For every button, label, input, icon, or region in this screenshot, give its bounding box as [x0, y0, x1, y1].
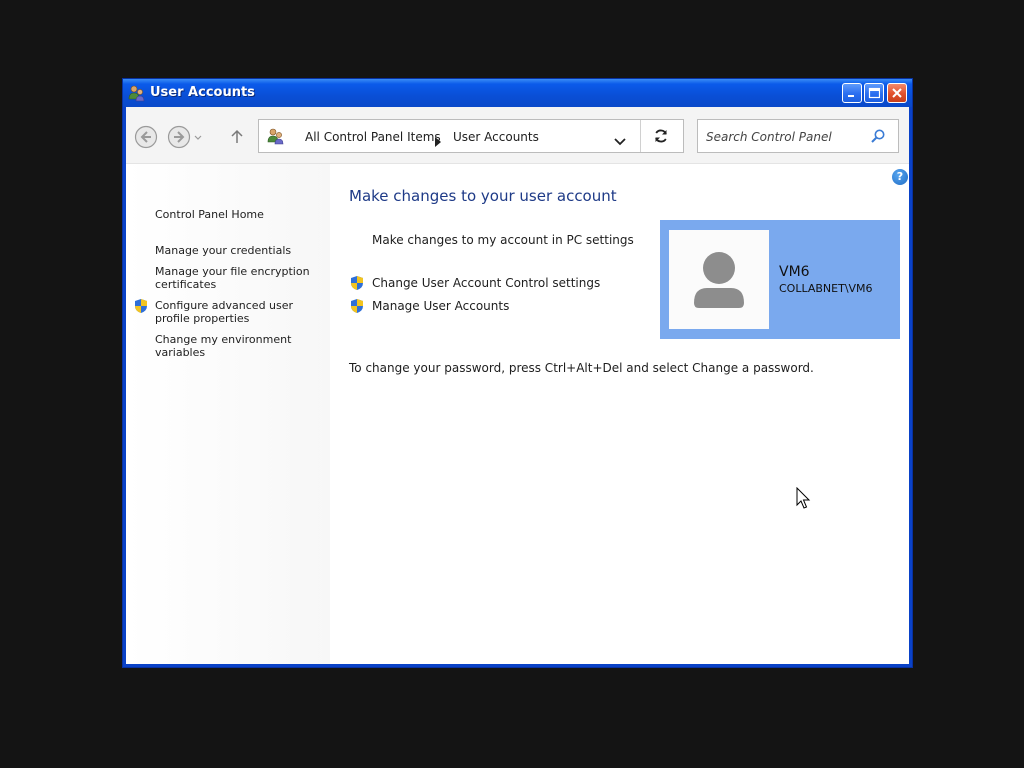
breadcrumb-user-accounts[interactable]: User Accounts [453, 130, 539, 144]
maximize-icon [868, 87, 880, 99]
sidebar-change-environment-variables[interactable]: Change my environment variables [155, 333, 315, 359]
sidebar-control-panel-home[interactable]: Control Panel Home [155, 208, 315, 221]
breadcrumb-separator-icon[interactable] [435, 132, 441, 151]
sidebar: Control Panel Home Manage your credentia… [126, 164, 330, 664]
chevron-down-icon [194, 135, 202, 140]
forward-arrow-icon [167, 125, 191, 149]
search-box[interactable] [697, 119, 899, 153]
password-note: To change your password, press Ctrl+Alt+… [349, 361, 814, 375]
avatar [669, 230, 769, 329]
back-button[interactable] [134, 125, 158, 149]
sidebar-manage-file-encryption[interactable]: Manage your file encryption certificates [155, 265, 315, 291]
uac-shield-icon [133, 298, 149, 314]
user-account-tile: VM6 COLLABNET\VM6 [660, 220, 900, 339]
back-arrow-icon [134, 125, 158, 149]
sidebar-manage-credentials[interactable]: Manage your credentials [155, 244, 315, 257]
user-name: VM6 [779, 264, 810, 280]
address-dropdown-chevron-icon[interactable] [614, 132, 626, 151]
main-content: ? Make changes to your user account Make… [330, 164, 909, 664]
title-bar[interactable]: User Accounts [123, 79, 912, 107]
maximize-button[interactable] [864, 83, 884, 103]
control-panel-users-icon [267, 127, 285, 149]
manage-user-accounts-link[interactable]: Manage User Accounts [372, 299, 509, 313]
address-divider [640, 120, 641, 152]
uac-shield-icon [349, 298, 365, 314]
search-icon[interactable] [870, 128, 886, 148]
up-arrow-icon [231, 129, 243, 143]
pc-settings-link[interactable]: Make changes to my account in PC setting… [372, 233, 634, 247]
minimize-button[interactable] [842, 83, 862, 103]
mouse-pointer-icon [796, 487, 811, 509]
forward-button[interactable] [167, 125, 191, 149]
page-heading: Make changes to your user account [349, 187, 617, 205]
uac-settings-link[interactable]: Change User Account Control settings [372, 276, 600, 290]
window-client-area: All Control Panel Items User Accounts Se… [126, 107, 909, 664]
navigation-bar: All Control Panel Items User Accounts [126, 107, 909, 164]
search-input[interactable] [704, 127, 868, 147]
close-icon [892, 88, 902, 98]
address-bar[interactable]: All Control Panel Items User Accounts [258, 119, 684, 153]
uac-shield-icon [349, 275, 365, 291]
refresh-icon[interactable] [653, 128, 669, 148]
user-accounts-window: User Accounts All Control Panel Items Us… [122, 78, 913, 668]
user-domain: COLLABNET\VM6 [779, 282, 873, 295]
user-silhouette-icon [694, 252, 744, 308]
minimize-icon [848, 95, 854, 97]
sidebar-configure-profile-properties[interactable]: Configure advanced user profile properti… [155, 299, 315, 325]
window-title: User Accounts [150, 85, 255, 100]
breadcrumb-all-control-panel-items[interactable]: All Control Panel Items [305, 130, 441, 144]
close-button[interactable] [887, 83, 907, 103]
help-icon[interactable]: ? [892, 169, 908, 185]
recent-locations-dropdown[interactable] [193, 125, 205, 149]
up-button[interactable] [225, 125, 249, 149]
user-accounts-icon [128, 84, 146, 102]
